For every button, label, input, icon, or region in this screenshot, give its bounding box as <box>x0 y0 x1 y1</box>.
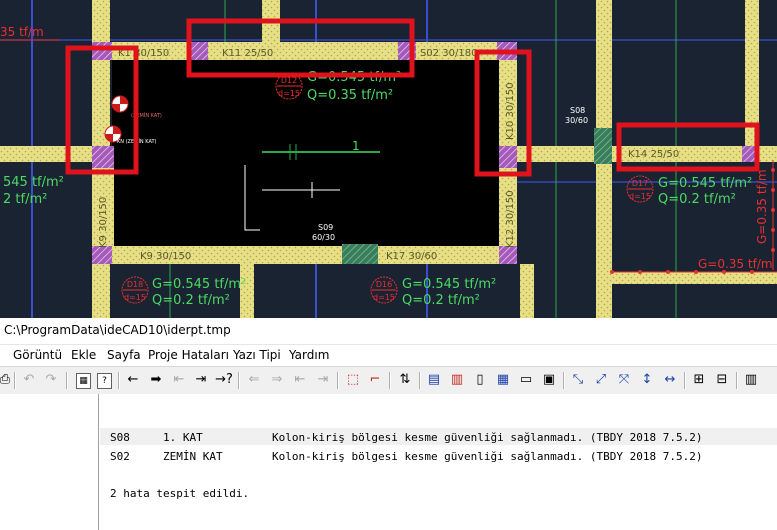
slab-D18[interactable]: D18 d=15 G=0.545 tf/m² Q=0.2 tf/m² <box>121 276 246 308</box>
slab-D16[interactable]: D16 d=15 G=0.545 tf/m² Q=0.2 tf/m² <box>370 276 496 308</box>
window-title: C:\ProgramData\ideCAD10\iderpt.tmp <box>4 323 231 337</box>
toolbar-separator <box>684 372 686 389</box>
left-load-g: 545 tf/m² <box>3 175 64 190</box>
toolbar-separator <box>419 372 421 389</box>
last-disabled-icon[interactable]: ⇥ <box>314 371 332 389</box>
toolbar-separator <box>389 372 391 389</box>
column-S08-name: S08 <box>570 106 585 115</box>
report-left-margin <box>0 394 99 530</box>
menu-view[interactable]: Görüntü <box>13 348 62 362</box>
cad-drawing-view[interactable]: K1 30/150 K11 25/50 S02 30/180 K14 25/50… <box>0 0 777 318</box>
svg-text:G=0.545 tf/m²: G=0.545 tf/m² <box>152 277 246 292</box>
toolbar-separator <box>66 372 68 389</box>
menu-page[interactable]: Sayfa <box>107 348 141 362</box>
beam-label-b3: S02 30/180 <box>420 48 477 59</box>
right-bottom-load: G=0.35 tf/m <box>698 257 773 271</box>
beam-label-lower-1: K9 30/150 <box>140 251 191 262</box>
zoom-in-icon[interactable]: ⤡ <box>569 371 587 389</box>
row-floor: ZEMİN KAT <box>163 450 223 463</box>
go-first-icon[interactable]: ⇤ <box>170 371 188 389</box>
arrow-right-icon[interactable]: ➡ <box>147 371 165 389</box>
multi-page-icon[interactable]: ⊟ <box>713 371 731 389</box>
menu-insert[interactable]: Ekle <box>71 348 96 362</box>
row-message: Kolon-kiriş bölgesi kesme güvenliği sağl… <box>272 450 703 463</box>
column-S09-name: S09 <box>318 223 333 232</box>
svg-text:Q=0.2 tf/m²: Q=0.2 tf/m² <box>402 293 480 308</box>
toolbar-separator <box>337 372 339 389</box>
svg-text:d=15: d=15 <box>629 192 651 201</box>
svg-text:D18: D18 <box>127 280 143 289</box>
page-header-icon[interactable]: ▭ <box>517 371 535 389</box>
menu-bar: Görüntü Ekle Sayfa Proje Hataları Yazı T… <box>0 345 777 366</box>
left-load-q: 2 tf/m² <box>3 192 47 207</box>
toolbar: ⎙ ↶ ↷ ▦ ? ← ➡ ⇤ ⇥ →? ⇐ ⇒ ⇤ ⇥ ⬚ ⌐ ⇅ ▤ ▥ ▯… <box>0 366 777 395</box>
page-layout-icon[interactable]: ▤ <box>425 371 443 389</box>
select-region-icon[interactable]: ⬚ <box>344 371 362 389</box>
toolbar-separator <box>563 372 565 389</box>
beam-label-vertical-left: K9 30/150 <box>98 197 109 248</box>
svg-text:G=0.545 tf/m²: G=0.545 tf/m² <box>658 176 752 191</box>
zoom-fit-icon[interactable]: ⤧ <box>615 371 633 389</box>
sort-icon[interactable]: ⇅ <box>396 371 414 389</box>
redo-icon[interactable]: ↷ <box>42 371 60 389</box>
undo-icon[interactable]: ↶ <box>20 371 38 389</box>
menu-project-errors[interactable]: Proje Hataları <box>148 348 229 362</box>
column-S08-size: 30/60 <box>565 116 588 125</box>
toolbar-separator <box>238 372 240 389</box>
column-S08[interactable] <box>594 128 612 164</box>
first-disabled-icon[interactable]: ⇤ <box>291 371 309 389</box>
beam-label-right: K14 25/50 <box>628 149 679 160</box>
svg-text:d=15: d=15 <box>124 293 146 302</box>
svg-text:d=15: d=15 <box>278 89 300 98</box>
toolbar-separator <box>118 372 120 389</box>
svg-text:D17: D17 <box>632 179 648 188</box>
beam-label-b2: K11 25/50 <box>222 48 273 59</box>
goto-question-icon[interactable]: →? <box>215 371 233 389</box>
beam-label-vertical-mid: K12 30/150 <box>505 190 516 248</box>
prev-disabled-icon[interactable]: ⇐ <box>245 371 263 389</box>
toolbar-separator <box>736 372 738 389</box>
arrow-left-icon[interactable]: ← <box>124 371 142 389</box>
row-column: S08 <box>110 431 130 444</box>
print-icon[interactable]: ⎙ <box>0 371 14 389</box>
slab-D17[interactable]: D17 d=15 G=0.545 tf/m² Q=0.2 tf/m² <box>626 175 752 207</box>
zoom-width-icon[interactable]: ↔ <box>661 371 679 389</box>
right-vertical-load: G=0.35 tf/m <box>755 169 769 244</box>
svg-text:D16: D16 <box>376 280 392 289</box>
svg-text:Q=0.2 tf/m²: Q=0.2 tf/m² <box>152 293 230 308</box>
row-floor: 1. KAT <box>163 431 203 444</box>
beam-label-lower-3: K17 30/60 <box>386 251 437 262</box>
error-summary: 2 hata tespit edildi. <box>110 487 250 500</box>
bracket-icon[interactable]: ⌐ <box>366 371 384 389</box>
go-last-icon[interactable]: ⇥ <box>192 371 210 389</box>
svg-text:Q=0.35 tf/m²: Q=0.35 tf/m² <box>307 88 393 103</box>
page-footer-icon[interactable]: ▣ <box>540 371 558 389</box>
svg-text:G=0.545 tf/m²: G=0.545 tf/m² <box>402 277 496 292</box>
beam-label-vertical-right: K10 30/150 <box>505 82 516 140</box>
menu-help[interactable]: Yardım <box>289 348 329 362</box>
report-window-titlebar: C:\ProgramData\ideCAD10\iderpt.tmp <box>0 318 777 345</box>
column-S09[interactable] <box>342 244 378 264</box>
svg-text:Q=0.2 tf/m²: Q=0.2 tf/m² <box>658 192 736 207</box>
column-S09-size: 60/30 <box>312 233 335 242</box>
single-page-icon[interactable]: ⊞ <box>690 371 708 389</box>
calculator-icon[interactable]: ▦ <box>76 373 91 389</box>
svg-text:d=15: d=15 <box>373 293 395 302</box>
floor-plan-canvas[interactable]: K1 30/150 K11 25/50 S02 30/180 K14 25/50… <box>0 0 777 318</box>
columns-view-icon[interactable]: ▥ <box>742 371 760 389</box>
green-number-label: 1 <box>352 139 360 153</box>
page-center-icon[interactable]: ▯ <box>471 371 489 389</box>
page-left-icon[interactable]: ▥ <box>448 371 466 389</box>
help-topic-icon[interactable]: ? <box>97 373 112 389</box>
page-top-icon[interactable]: ▦ <box>494 371 512 389</box>
next-disabled-icon[interactable]: ⇒ <box>268 371 286 389</box>
report-content[interactable]: S08 1. KAT Kolon-kiriş bölgesi kesme güv… <box>0 394 777 530</box>
row-column: S02 <box>110 450 130 463</box>
top-left-load-label: 35 tf/m <box>0 25 44 39</box>
zoom-height-icon[interactable]: ↕ <box>638 371 656 389</box>
toolbar-separator <box>14 372 16 389</box>
menu-font[interactable]: Yazı Tipi <box>233 348 281 362</box>
zoom-out-icon[interactable]: ⤢ <box>592 371 610 389</box>
row-message: Kolon-kiriş bölgesi kesme güvenliği sağl… <box>272 431 703 444</box>
